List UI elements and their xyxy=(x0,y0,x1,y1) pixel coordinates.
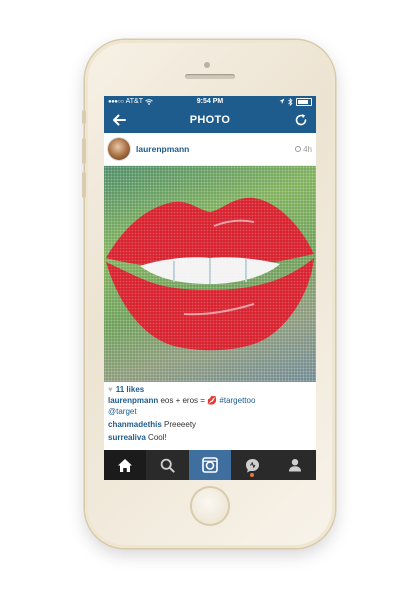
post-header: laurenpmann 4h xyxy=(104,133,316,166)
avatar[interactable] xyxy=(108,138,130,160)
home-button[interactable] xyxy=(192,488,228,524)
refresh-icon xyxy=(295,114,307,126)
post-username[interactable]: laurenpmann xyxy=(136,144,189,154)
home-icon xyxy=(118,458,133,472)
caption-text: eos + eros = xyxy=(160,396,205,405)
status-bar: ●●●○○ AT&T 9:54 PM xyxy=(104,96,316,107)
clock-icon xyxy=(295,146,302,152)
search-icon xyxy=(160,458,175,473)
tab-home[interactable] xyxy=(104,450,147,480)
bluetooth-icon xyxy=(288,97,293,106)
status-left: ●●●○○ AT&T xyxy=(108,98,153,105)
tab-bar xyxy=(104,450,316,480)
likes-row: ♥ 11 likes xyxy=(104,382,316,394)
earpiece-speaker xyxy=(185,74,235,79)
page-title: PHOTO xyxy=(189,114,231,126)
caption: laurenpmann eos + eros = 💋 #targettoo @t… xyxy=(104,394,316,417)
profile-icon xyxy=(288,459,301,472)
caption-username[interactable]: laurenpmann xyxy=(108,396,158,405)
comment-username[interactable]: chanmadethis xyxy=(108,420,162,429)
comment: chanmadethis Preeeety xyxy=(104,417,316,430)
post-photo[interactable] xyxy=(104,166,316,382)
post-time-label: 4h xyxy=(303,144,312,154)
front-camera xyxy=(204,62,210,68)
signal-icon: ●●●○○ xyxy=(108,98,124,105)
comment-username[interactable]: surrealiva xyxy=(108,433,146,442)
caption-mention[interactable]: @target xyxy=(108,407,137,416)
tab-profile[interactable] xyxy=(274,450,316,480)
back-arrow-icon xyxy=(113,114,126,126)
lips-emoji-icon: 💋 xyxy=(207,396,218,405)
refresh-button[interactable] xyxy=(292,111,310,129)
status-right xyxy=(279,97,312,106)
tab-search[interactable] xyxy=(146,450,188,480)
wifi-icon xyxy=(145,98,153,105)
volume-up-button xyxy=(82,138,86,164)
likes-count[interactable]: 11 likes xyxy=(116,385,144,394)
carrier-label: AT&T xyxy=(125,98,143,105)
post-time: 4h xyxy=(295,145,312,154)
comment-text: Preeeety xyxy=(164,420,197,429)
comment-text: Cool! xyxy=(148,433,167,442)
tab-activity[interactable] xyxy=(231,450,273,480)
lips-image xyxy=(104,166,316,382)
volume-down-button xyxy=(82,172,86,198)
battery-icon xyxy=(296,97,312,106)
back-button[interactable] xyxy=(110,111,128,129)
comment: surrealiva Cool! xyxy=(104,430,316,443)
mute-switch xyxy=(82,110,86,124)
location-icon xyxy=(279,98,285,104)
heart-icon[interactable]: ♥ xyxy=(108,385,113,394)
nav-bar: PHOTO xyxy=(104,107,316,133)
camera-icon xyxy=(202,457,218,473)
notification-dot xyxy=(250,473,255,477)
caption-hashtag[interactable]: #targettoo xyxy=(219,396,255,405)
phone-screen: ●●●○○ AT&T 9:54 PM PHOTO laurenpmann 4h … xyxy=(104,96,316,480)
activity-icon xyxy=(245,458,259,472)
tab-camera[interactable] xyxy=(188,450,232,480)
